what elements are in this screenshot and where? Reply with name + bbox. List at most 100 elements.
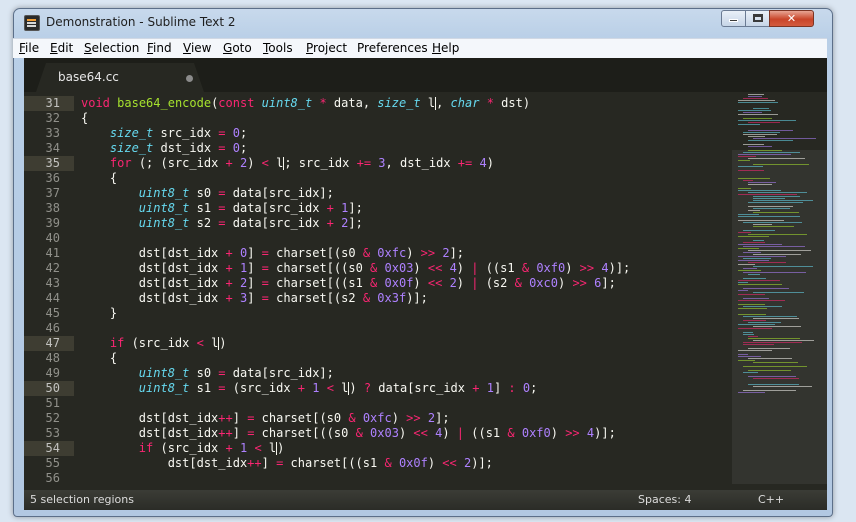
minimap-line (738, 324, 775, 325)
minimap-line (753, 326, 801, 327)
minimap-line (753, 198, 785, 199)
minimap-line (753, 318, 799, 319)
sublime-app-icon (24, 15, 40, 31)
minimap-line (743, 132, 780, 133)
code-line[interactable]: dst[dst_idx + 1] = charset[((s0 & 0x03) … (81, 261, 630, 276)
menu-goto[interactable]: Goto (223, 41, 252, 55)
minimap-line (738, 356, 761, 357)
minimap-line (738, 360, 755, 361)
menu-find[interactable]: Find (147, 41, 172, 55)
code-line[interactable]: uint8_t s1 = data[src_idx + 1]; (81, 201, 363, 216)
line-number: 31 (24, 96, 74, 111)
minimap-line (738, 166, 763, 167)
line-number: 49 (45, 366, 60, 380)
close-button[interactable]: ✕ (769, 10, 814, 27)
minimap-line (738, 270, 761, 271)
code-line[interactable]: { (81, 111, 88, 126)
syntax-status[interactable]: C++ (758, 493, 784, 506)
minimap-line (748, 274, 760, 275)
code-line[interactable]: { (81, 171, 117, 186)
minimap-line (743, 288, 789, 289)
minimap-line (743, 332, 753, 333)
menu-tools[interactable]: Tools (263, 41, 293, 55)
maximize-icon (752, 14, 763, 22)
tab-base64-cc[interactable]: base64.cc (36, 63, 204, 92)
minimap-line (743, 298, 769, 299)
minimap-line (753, 386, 812, 387)
menu-file[interactable]: File (19, 41, 39, 55)
minimap[interactable] (732, 92, 827, 490)
minimap-line (738, 214, 759, 215)
code-line[interactable]: uint8_t s0 = data[src_idx]; (81, 186, 334, 201)
minimap-line (738, 194, 797, 195)
minimap-line (738, 120, 796, 121)
code-line[interactable]: uint8_t s1 = (src_idx + 1 < l) ? data[sr… (81, 381, 537, 396)
minimap-line (748, 370, 791, 371)
minimap-line (738, 282, 748, 283)
minimap-line (748, 262, 786, 263)
minimap-line (738, 256, 786, 257)
minimap-line (743, 272, 806, 273)
minimap-line (748, 130, 793, 131)
code-line[interactable]: void base64_encode(const uint8_t * data,… (81, 96, 530, 111)
minimap-line (738, 156, 756, 157)
menu-selection[interactable]: Selection (84, 41, 139, 55)
code-line[interactable]: uint8_t s0 = data[src_idx]; (81, 366, 334, 381)
code-view[interactable]: void base64_encode(const uint8_t * data,… (81, 96, 731, 490)
minimap-line (743, 278, 766, 279)
code-line[interactable]: if (src_idx + 1 < l) (81, 441, 284, 456)
code-line[interactable]: dst[dst_idx + 0] = charset[(s0 & 0xfc) >… (81, 246, 464, 261)
menu-help[interactable]: Help (432, 41, 459, 55)
minimap-line (748, 338, 800, 339)
code-line[interactable]: dst[dst_idx++] = charset[((s1 & 0x0f) <<… (81, 456, 493, 471)
minimap-line (748, 376, 796, 377)
menu-edit[interactable]: Edit (50, 41, 73, 55)
menu-preferences[interactable]: Preferences (357, 41, 428, 55)
minimap-line (753, 196, 800, 197)
minimap-line (738, 308, 767, 309)
minimap-line (743, 242, 765, 243)
minimap-line (753, 108, 769, 109)
minimap-line (738, 110, 771, 111)
menu-view[interactable]: View (183, 41, 211, 55)
minimap-line (738, 102, 778, 103)
minimap-line (743, 134, 777, 135)
menu-project[interactable]: Project (306, 41, 347, 55)
minimap-line (743, 144, 764, 145)
minimap-line (753, 138, 816, 139)
code-line[interactable]: uint8_t s2 = data[src_idx + 2]; (81, 216, 363, 231)
minimap-line (753, 240, 764, 241)
minimap-line (753, 212, 799, 213)
minimap-line (748, 358, 792, 359)
minimap-line (748, 206, 793, 207)
code-line[interactable]: { (81, 351, 117, 366)
code-line[interactable]: if (src_idx < l) (81, 336, 227, 351)
minimize-icon (729, 19, 738, 22)
title-bar[interactable]: Demonstration - Sublime Text 2 ✕ (14, 9, 832, 37)
code-line[interactable]: dst[dst_idx + 2] = charset[((s1 & 0x0f) … (81, 276, 616, 291)
code-line[interactable]: size_t src_idx = 0; (81, 126, 247, 141)
code-line[interactable]: dst[dst_idx++] = charset[(s0 & 0xfc) >> … (81, 411, 450, 426)
code-line[interactable]: size_t dst_idx = 0; (81, 141, 247, 156)
minimap-line (748, 250, 811, 251)
dot-icon[interactable] (186, 75, 193, 82)
minimap-line (738, 124, 760, 125)
indentation-status[interactable]: Spaces: 4 (638, 493, 691, 506)
minimap-line (753, 266, 813, 267)
maximize-button[interactable] (745, 10, 770, 27)
minimap-line (743, 342, 802, 343)
line-number: 56 (45, 471, 60, 485)
code-line[interactable]: for (; (src_idx + 2) < l; src_idx += 3, … (81, 156, 494, 171)
close-icon: ✕ (786, 12, 797, 25)
minimap-line (748, 336, 758, 337)
minimize-button[interactable] (721, 10, 746, 27)
code-line[interactable]: dst[dst_idx + 3] = charset[(s2 & 0x3f)]; (81, 291, 428, 306)
minimap-line (743, 306, 782, 307)
minimap-line (748, 182, 776, 183)
line-number: 37 (45, 186, 60, 200)
code-line[interactable]: } (81, 306, 117, 321)
code-line[interactable] (81, 471, 139, 486)
minimap-line (738, 264, 755, 265)
code-line[interactable]: dst[dst_idx++] = charset[((s0 & 0x03) <<… (81, 426, 616, 441)
status-bar: 5 selection regions Spaces: 4 C++ (24, 490, 827, 510)
